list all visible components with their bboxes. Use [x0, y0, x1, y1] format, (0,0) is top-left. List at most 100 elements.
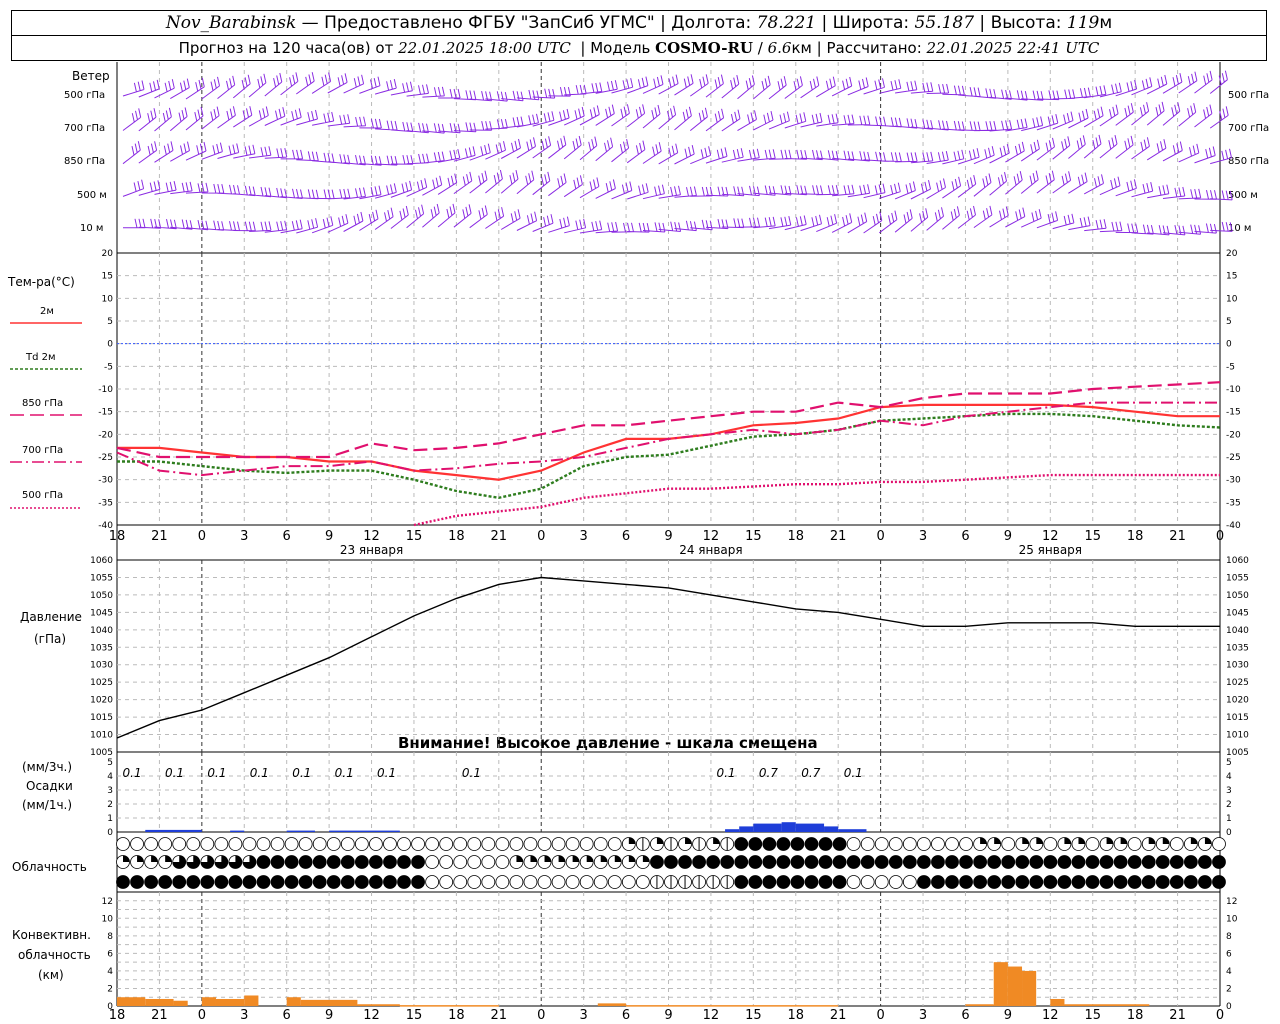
cloud-symbol	[692, 855, 706, 869]
cloud-symbol	[832, 837, 847, 851]
cloud-symbol	[987, 875, 1002, 889]
y-tick-label: 10	[102, 914, 114, 924]
cloud-symbol	[200, 875, 215, 889]
cloud-symbol	[1212, 875, 1226, 889]
precip-bar	[725, 829, 740, 832]
hour-tick-label: 6	[622, 1008, 630, 1023]
cloud-symbol	[790, 875, 805, 889]
cloud-symbol-fill	[1162, 837, 1170, 844]
cloud-symbol	[888, 875, 903, 889]
cloud-symbol	[369, 837, 383, 851]
cloud-symbol	[312, 855, 327, 869]
y-tick-label: 0	[1226, 340, 1232, 350]
cloud-symbol	[1155, 855, 1170, 869]
cloud-symbol	[256, 837, 271, 851]
cloud-symbol	[874, 855, 889, 869]
cloud-symbol-fill	[1148, 837, 1156, 844]
cloud-symbol	[326, 855, 341, 869]
hour-tick-label: 15	[406, 529, 423, 544]
cloud-symbol	[678, 855, 692, 869]
y-tick-label: 1005	[1226, 748, 1249, 758]
cloud-symbol	[832, 855, 847, 869]
hour-tick-label: 0	[1216, 1008, 1224, 1023]
wind-barbs	[122, 203, 1233, 236]
cloud-symbol	[1198, 855, 1212, 869]
hour-tick-label: 3	[919, 1008, 927, 1023]
cloud-symbol	[523, 837, 538, 851]
cloud-symbol	[411, 855, 425, 869]
wind-barbs	[122, 70, 1228, 102]
hour-tick-label: 6	[283, 529, 291, 544]
hour-tick-label: 12	[1042, 1008, 1059, 1023]
y-tick-label: 4	[1226, 772, 1232, 782]
cloud-symbol	[776, 837, 791, 851]
cloud-symbol	[312, 875, 327, 889]
cloud-symbol-fill	[151, 855, 158, 862]
y-tick-label: 1030	[1226, 661, 1249, 671]
cloud-symbol	[1099, 875, 1114, 889]
cloud-symbol	[579, 837, 594, 851]
y-tick-label: 2	[107, 984, 113, 994]
hour-tick-label: 9	[325, 529, 333, 544]
y-tick-label: 1005	[90, 748, 113, 758]
hour-tick-label: 3	[240, 529, 248, 544]
y-tick-label: 4	[1226, 967, 1232, 977]
cloud-symbol	[1001, 875, 1016, 889]
cloud-symbol-fill	[614, 855, 622, 862]
cloud-symbol	[411, 837, 425, 851]
cloud-symbol	[481, 837, 496, 851]
cloud-symbol	[621, 875, 636, 889]
cloud-symbol	[200, 837, 215, 851]
y-tick-label: 1015	[90, 713, 113, 723]
cloud-symbol	[495, 837, 510, 851]
cloud-symbol-fill	[544, 855, 552, 862]
cloud-symbol	[551, 837, 566, 851]
cloud-symbol	[818, 837, 833, 851]
cloud-symbol	[1043, 837, 1058, 851]
cloud-symbol	[1198, 875, 1212, 889]
y-tick-label: 1060	[90, 556, 113, 566]
hour-tick-label: 15	[406, 1008, 423, 1023]
cloud-symbol	[917, 875, 931, 889]
y-tick-label: -5	[104, 362, 113, 372]
hour-tick-label: 21	[151, 529, 168, 544]
cloud-symbol	[650, 855, 664, 869]
cloud-symbol	[860, 875, 875, 889]
hour-tick-label: 3	[240, 1008, 248, 1023]
y-tick-label: 10	[1226, 294, 1238, 304]
wind-barb-row	[122, 169, 1233, 201]
cloud-symbol	[902, 837, 917, 851]
cloud-symbol	[762, 875, 777, 889]
hour-tick-label: 15	[1084, 1008, 1101, 1023]
y-tick-label: -30	[98, 476, 113, 486]
cloud-symbol-fill	[1022, 837, 1029, 844]
cloud-symbol	[509, 875, 524, 889]
hour-tick-label: 0	[876, 529, 884, 544]
cloud-symbol	[467, 855, 482, 869]
conv-cloud-bar	[597, 1003, 627, 1006]
cloud-symbol	[158, 875, 173, 889]
y-tick-label: -35	[98, 498, 113, 508]
y-tick-label: 6	[107, 949, 113, 959]
cloud-symbol	[1043, 875, 1058, 889]
cloud-symbol-fill	[530, 855, 537, 862]
cloud-symbol	[340, 875, 355, 889]
cloud-symbol	[1183, 875, 1198, 889]
cloud-symbol-fill	[600, 855, 608, 862]
y-tick-label: 1020	[90, 696, 113, 706]
y-tick-label: 1055	[90, 573, 113, 583]
y-tick-label: 0	[1226, 1002, 1232, 1012]
cloud-symbol	[776, 855, 791, 869]
cloud-symbol	[144, 837, 159, 851]
cloud-symbol	[228, 875, 243, 889]
cloud-symbol-fill	[1106, 837, 1114, 844]
cloud-symbol	[1057, 875, 1072, 889]
hour-tick-label: 6	[961, 529, 969, 544]
cloud-symbol	[144, 875, 159, 889]
cloud-symbol	[1099, 855, 1114, 869]
y-tick-label: 1	[107, 814, 113, 824]
y-tick-label: -25	[1226, 453, 1241, 463]
cloud-symbol	[1169, 855, 1184, 869]
cloud-symbol	[734, 837, 749, 851]
cloud-symbol	[902, 875, 917, 889]
